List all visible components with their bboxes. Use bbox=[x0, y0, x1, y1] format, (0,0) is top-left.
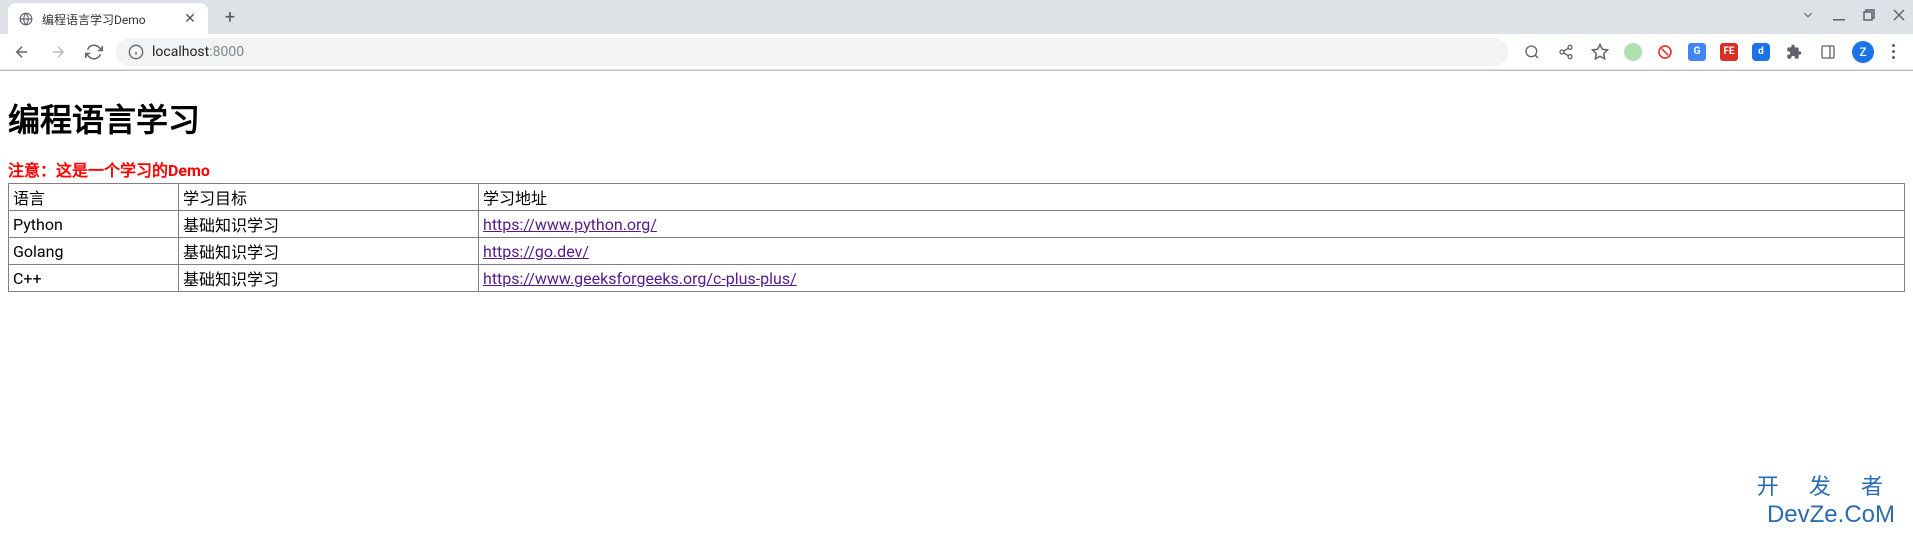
chevron-down-icon[interactable] bbox=[1801, 8, 1815, 26]
table-header-cell: 学习目标 bbox=[179, 184, 479, 211]
maximize-icon[interactable] bbox=[1863, 9, 1875, 25]
extension-icon-1[interactable] bbox=[1624, 43, 1642, 61]
address-bar[interactable]: localhost:8000 bbox=[116, 38, 1508, 66]
goal-cell: 基础知识学习 bbox=[179, 238, 479, 265]
browser-toolbar: localhost:8000 G FE d bbox=[0, 34, 1913, 70]
window-controls bbox=[1801, 8, 1913, 26]
page-heading: 编程语言学习 bbox=[8, 95, 1905, 141]
profile-avatar[interactable]: Z bbox=[1852, 41, 1874, 63]
lang-cell: Golang bbox=[9, 238, 179, 265]
browser-tab[interactable]: 编程语言学习Demo ✕ bbox=[8, 3, 208, 35]
url-text: localhost:8000 bbox=[152, 44, 244, 60]
close-window-icon[interactable] bbox=[1893, 9, 1905, 25]
toolbar-right: G FE d Z bbox=[1516, 40, 1905, 63]
share-icon[interactable] bbox=[1556, 42, 1576, 62]
tab-title: 编程语言学习Demo bbox=[42, 11, 182, 28]
table-row: C++基础知识学习https://www.geeksforgeeks.org/c… bbox=[9, 265, 1905, 292]
info-icon[interactable] bbox=[128, 44, 144, 60]
reload-button[interactable] bbox=[80, 38, 108, 66]
search-icon[interactable] bbox=[1522, 42, 1542, 62]
extension-icon-4[interactable]: FE bbox=[1720, 43, 1738, 61]
learning-link[interactable]: https://www.python.org/ bbox=[483, 215, 657, 234]
tab-bar: 编程语言学习Demo ✕ + bbox=[0, 0, 1913, 34]
browser-chrome: 编程语言学习Demo ✕ + bbox=[0, 0, 1913, 71]
learning-link[interactable]: https://go.dev/ bbox=[483, 242, 589, 261]
extensions-icon[interactable] bbox=[1784, 42, 1804, 62]
new-tab-button[interactable]: + bbox=[216, 3, 244, 31]
learning-link[interactable]: https://www.geeksforgeeks.org/c-plus-plu… bbox=[483, 269, 797, 288]
languages-table: 语言学习目标学习地址Python基础知识学习https://www.python… bbox=[8, 183, 1905, 292]
watermark-line1: 开 发 者 bbox=[1757, 469, 1895, 501]
table-header-row: 语言学习目标学习地址 bbox=[9, 184, 1905, 211]
url-cell: https://go.dev/ bbox=[479, 238, 1905, 265]
close-tab-icon[interactable]: ✕ bbox=[182, 11, 198, 27]
bookmark-icon[interactable] bbox=[1590, 42, 1610, 62]
table-header-cell: 学习地址 bbox=[479, 184, 1905, 211]
table-row: Golang基础知识学习https://go.dev/ bbox=[9, 238, 1905, 265]
back-button[interactable] bbox=[8, 38, 36, 66]
lang-cell: Python bbox=[9, 211, 179, 238]
globe-icon bbox=[18, 11, 34, 27]
extension-icon-5[interactable]: d bbox=[1752, 43, 1770, 61]
watermark: 开 发 者 DevZe.CoM bbox=[1757, 469, 1895, 529]
side-panel-icon[interactable] bbox=[1818, 42, 1838, 62]
table-row: Python基础知识学习https://www.python.org/ bbox=[9, 211, 1905, 238]
watermark-line2: DevZe.CoM bbox=[1757, 501, 1895, 529]
table-header-cell: 语言 bbox=[9, 184, 179, 211]
url-cell: https://www.geeksforgeeks.org/c-plus-plu… bbox=[479, 265, 1905, 292]
page-content: 编程语言学习 注意：这是一个学习的Demo 语言学习目标学习地址Python基础… bbox=[0, 71, 1913, 300]
goal-cell: 基础知识学习 bbox=[179, 211, 479, 238]
extension-icon-2[interactable] bbox=[1656, 43, 1674, 61]
goal-cell: 基础知识学习 bbox=[179, 265, 479, 292]
lang-cell: C++ bbox=[9, 265, 179, 292]
minimize-icon[interactable] bbox=[1833, 9, 1845, 25]
url-cell: https://www.python.org/ bbox=[479, 211, 1905, 238]
forward-button[interactable] bbox=[44, 38, 72, 66]
menu-icon[interactable] bbox=[1888, 40, 1899, 63]
extension-icon-3[interactable]: G bbox=[1688, 43, 1706, 61]
warning-text: 注意：这是一个学习的Demo bbox=[8, 157, 1905, 181]
